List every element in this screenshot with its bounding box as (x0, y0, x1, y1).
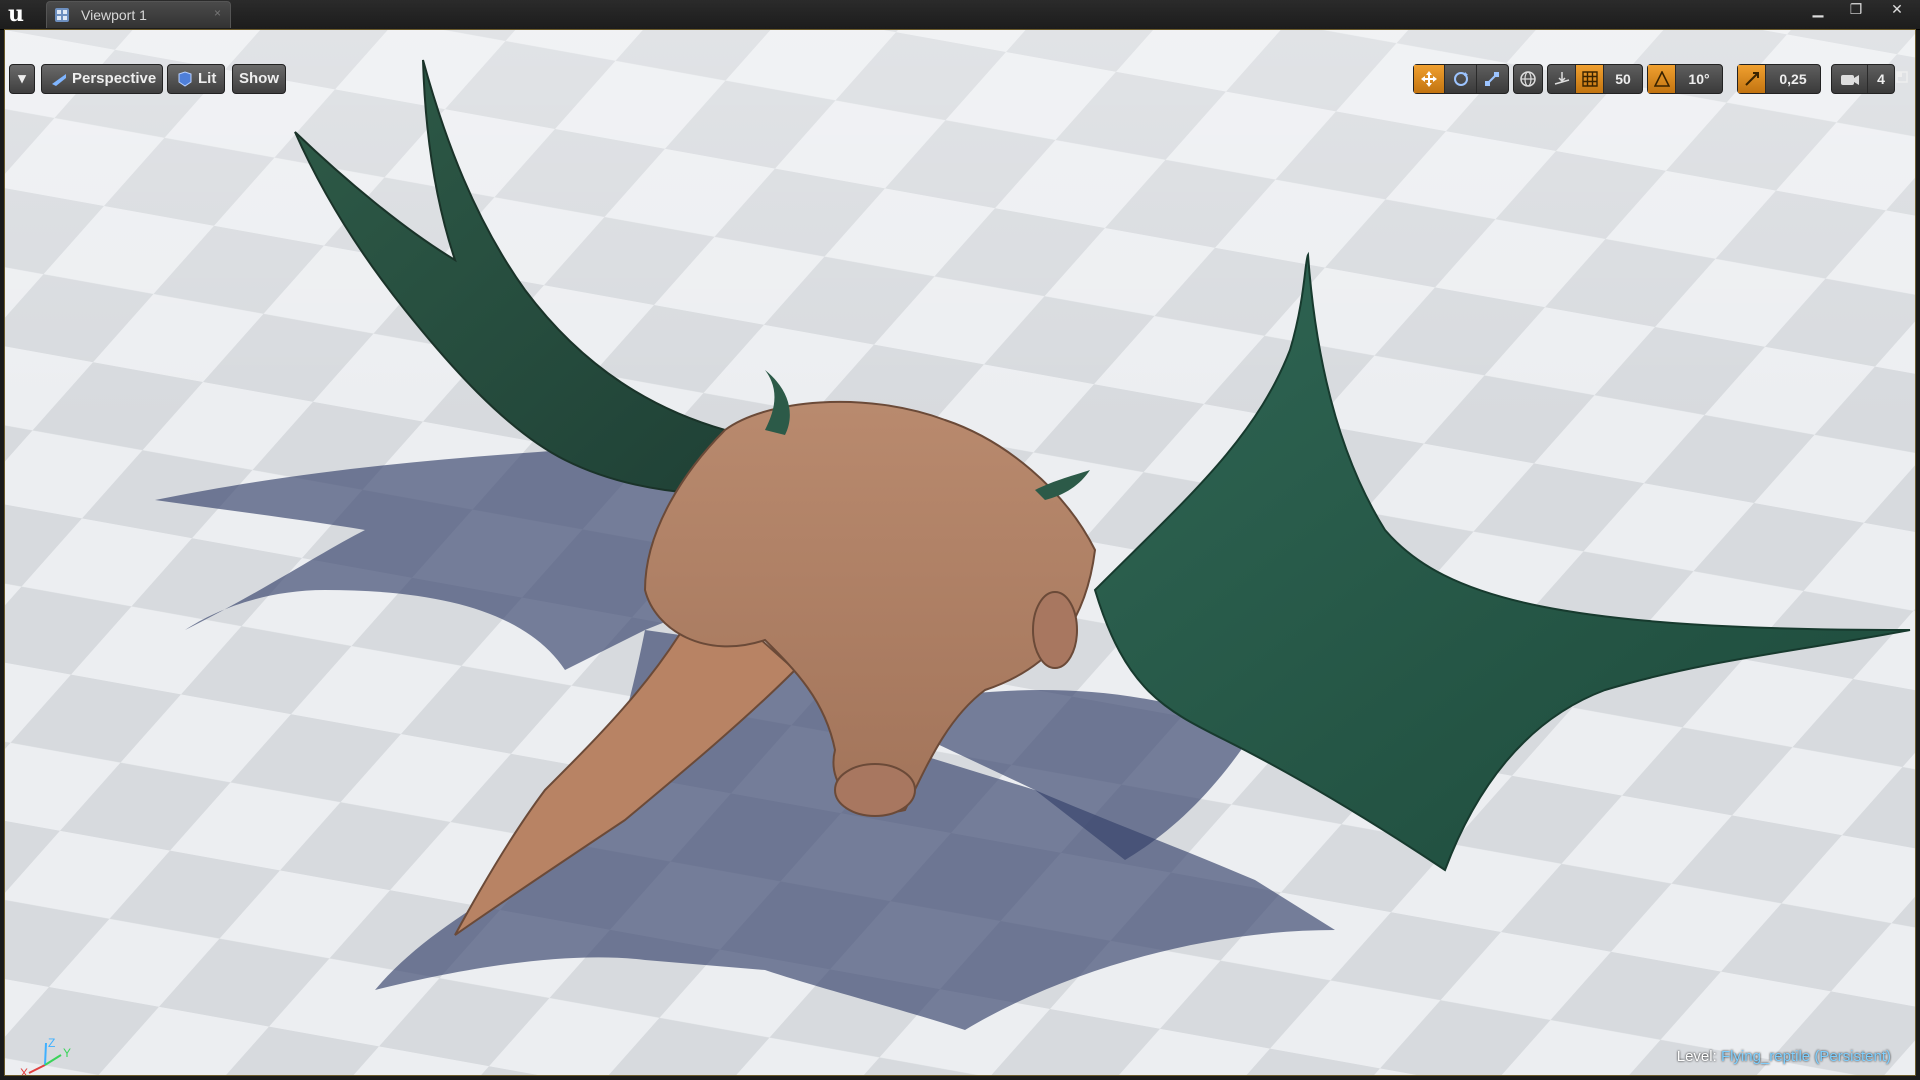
translate-arrows-icon (1421, 71, 1438, 87)
axis-z-label: Z (48, 1036, 55, 1050)
lit-sphere-icon (178, 71, 192, 87)
axis-indicator: X Z Y (20, 1036, 71, 1076)
scale-snap-value: 0,25 (1779, 71, 1807, 87)
camera-icon (1840, 75, 1859, 85)
show-button[interactable]: Show (232, 64, 286, 94)
level-indicator: Level: Flying_reptile (Persistent) (1677, 1048, 1891, 1065)
rotate-icon (1453, 72, 1468, 86)
grid-snap-value-dropdown[interactable]: 50 (1604, 65, 1642, 93)
perspective-label: Perspective (72, 70, 157, 87)
transform-tools (1413, 64, 1509, 94)
perspective-camera-icon (52, 74, 66, 86)
surface-snap-icon (1554, 72, 1569, 85)
tab-close-icon[interactable]: × (214, 6, 221, 20)
show-label: Show (239, 70, 279, 87)
camera-speed-button[interactable]: 4 (1831, 64, 1895, 94)
axis-x-label: X (20, 1066, 28, 1076)
camera-speed-value: 4 (1877, 71, 1885, 87)
dragon-hind-leg (834, 763, 916, 817)
scale-icon (1485, 72, 1500, 86)
restore-button[interactable]: ❐ (1840, 0, 1872, 18)
level-label: Level: (1676, 1048, 1717, 1065)
scale-tool-button[interactable] (1477, 65, 1508, 93)
grid-snap-value: 50 (1615, 71, 1631, 87)
rotate-tool-button[interactable] (1445, 65, 1477, 93)
translate-tool-button[interactable] (1414, 65, 1446, 93)
world-local-toggle[interactable] (1513, 64, 1543, 94)
surface-snap-button[interactable] (1548, 65, 1576, 93)
axis-y-label: Y (63, 1046, 71, 1060)
perspective-button[interactable]: Perspective (41, 64, 163, 94)
rotation-snap-group: 10° (1647, 64, 1723, 94)
editor-window: u Viewport 1 × ▁ ❐ ✕ ▾ Perspective Lit S… (0, 0, 1920, 1080)
unreal-logo-icon[interactable]: u (4, 2, 28, 26)
viewport-options-button[interactable]: ▾ (9, 64, 35, 94)
scale-snap-value-dropdown[interactable]: 0,25 (1766, 65, 1820, 93)
chevron-down-icon: ▾ (18, 70, 26, 87)
lit-view-mode-button[interactable]: Lit (167, 64, 225, 94)
dragon-foreleg (1032, 591, 1078, 669)
level-name: Flying_reptile (Persistent) (1720, 1048, 1891, 1065)
title-bar: u Viewport 1 × ▁ ❐ ✕ (0, 0, 1920, 30)
tab-viewport-1[interactable]: Viewport 1 × (46, 1, 231, 28)
viewport-tab-icon (55, 8, 69, 22)
grid-snap-toggle[interactable] (1576, 65, 1604, 93)
close-button[interactable]: ✕ (1878, 0, 1916, 18)
world-space-button[interactable] (1514, 65, 1542, 93)
lit-label: Lit (198, 70, 217, 87)
rotation-snap-value-dropdown[interactable]: 10° (1676, 65, 1722, 93)
scale-snap-icon (1744, 72, 1759, 86)
camera-speed-icon-cell (1832, 65, 1868, 93)
grid-snap-group: 50 (1547, 64, 1643, 94)
minimize-button[interactable]: ▁ (1802, 0, 1834, 18)
maximize-viewport-icon[interactable] (1895, 70, 1909, 84)
rotation-snap-value: 10° (1688, 71, 1710, 87)
level-viewport[interactable]: ▾ Perspective Lit Show 50 10° 0,25 4 X Z… (4, 29, 1916, 1076)
angle-icon (1653, 71, 1670, 87)
globe-icon (1520, 71, 1536, 87)
rotation-snap-toggle[interactable] (1648, 65, 1676, 93)
tab-title: Viewport 1 (81, 7, 147, 23)
scale-snap-group: 0,25 (1737, 64, 1821, 94)
camera-speed-value-cell: 4 (1868, 65, 1894, 93)
grid-icon (1581, 71, 1598, 87)
window-controls: ▁ ❐ ✕ (1802, 0, 1916, 20)
scale-snap-toggle[interactable] (1738, 65, 1766, 93)
viewport-scene[interactable] (5, 30, 1916, 1076)
